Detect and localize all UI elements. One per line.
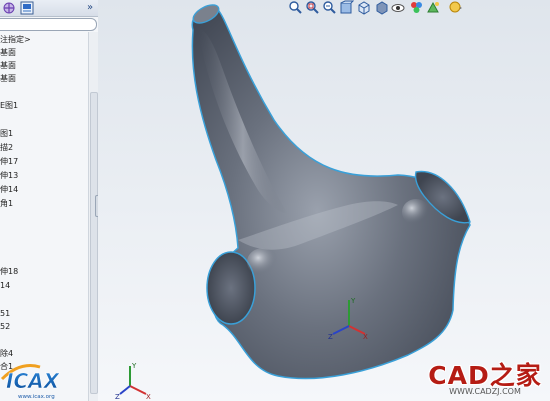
ref-triad-x-label: X [146,393,151,400]
tree-item-extrude-13[interactable]: 伸13 [0,169,18,182]
reference-triad: Y X Z [115,362,151,400]
triad-y-label: Y [350,297,356,305]
graphics-viewport[interactable]: Y X Z Y X Z CAD之家 WWW.CADZJ.COM [98,0,550,401]
view-settings-icon[interactable] [448,0,463,15]
panel-tab-bar: » [0,0,98,17]
triad-z-label: Z [328,333,333,340]
expand-panel-chevron-icon[interactable]: » [84,0,96,16]
tree-item-sketch-2[interactable]: 描2 [0,141,13,154]
display-style-icon[interactable] [374,0,389,15]
scrollbar-thumb[interactable] [90,92,98,394]
section-view-icon[interactable] [339,0,354,15]
hide-show-icon[interactable] [391,0,406,15]
zoom-area-icon[interactable] [305,0,320,15]
tree-item-right-plane[interactable]: 基面 [0,72,16,85]
ref-triad-z-label: Z [115,393,120,400]
tree-item-extrude-18[interactable]: 伸18 [0,265,18,278]
ref-triad-y-label: Y [131,362,137,370]
property-manager-tab-icon[interactable] [20,1,34,15]
cadzj-logo-url: WWW.CADZJ.COM [449,387,521,396]
part-coordinate-triad: Y X Z [328,297,368,340]
svg-text:www.icax.org: www.icax.org [18,394,55,400]
apply-scene-icon[interactable] [426,0,441,15]
configuration-manager-tab-icon[interactable] [2,1,16,15]
tree-item-extrude-14[interactable]: 伸14 [0,183,18,196]
tree-item-extrude-17[interactable]: 伸17 [0,155,18,168]
tree-item-sketch[interactable]: E图1 [0,99,18,112]
tree-item-52[interactable]: 52 [0,320,10,333]
heads-up-view-toolbar [288,0,550,16]
triad-x-label: X [363,333,368,340]
tree-item-top-plane[interactable]: 基面 [0,59,16,72]
cadzj-watermark-logo: CAD之家 WWW.CADZJ.COM [420,352,550,401]
icax-logo: ICAX www.icax.org [0,364,61,400]
model-canvas [98,0,550,401]
tree-item-front-plane[interactable]: 基面 [0,46,16,59]
feature-filter-input[interactable] [0,18,97,31]
edit-appearance-icon[interactable] [409,0,424,15]
previous-view-icon[interactable] [322,0,337,15]
tree-item-annotations[interactable]: 注指定> [0,33,31,46]
tree-item-14[interactable]: 14 [0,279,10,292]
tree-item-51[interactable]: 51 [0,307,10,320]
svg-text:ICAX: ICAX [6,369,61,393]
feature-manager-panel: » 注指定> 基面 基面 基面 E图1 图1 描2 伸17 伸13 伸14 角1… [0,0,99,401]
tree-item-fillet-1[interactable]: 角1 [0,197,13,210]
tree-item-sketch-1[interactable]: 图1 [0,127,13,140]
view-orientation-icon[interactable] [356,0,371,15]
zoom-to-fit-icon[interactable] [288,0,303,15]
